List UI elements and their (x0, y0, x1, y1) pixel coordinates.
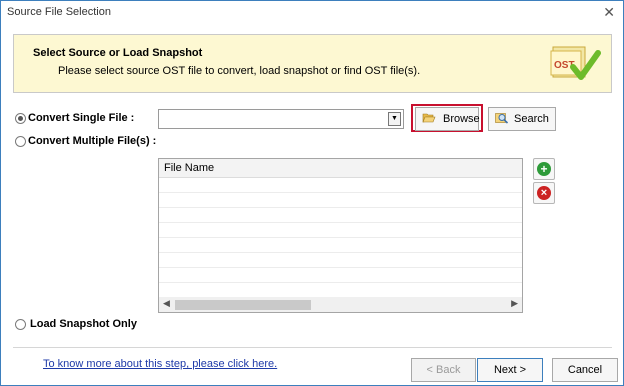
scroll-right-icon[interactable]: ▶ (511, 298, 518, 309)
add-file-button[interactable]: + (533, 158, 555, 180)
help-link[interactable]: To know more about this step, please cli… (43, 358, 277, 370)
cancel-button[interactable]: Cancel (552, 358, 618, 382)
dialog-title: Source File Selection (7, 6, 111, 18)
browse-button[interactable]: Browse (415, 107, 480, 131)
horizontal-scrollbar[interactable]: ◀ ▶ (159, 297, 522, 312)
folder-open-icon (422, 113, 436, 123)
header-subtitle: Please select source OST file to convert… (58, 65, 421, 77)
table-row (159, 238, 522, 253)
footer-divider (13, 347, 612, 348)
search-icon (495, 113, 509, 124)
title-bar: Source File Selection ✕ (1, 1, 623, 25)
radio-load-snapshot-only[interactable] (15, 319, 26, 330)
plus-icon: + (537, 162, 551, 176)
convert-single-file-label[interactable]: Convert Single File : (28, 112, 134, 124)
chevron-down-icon[interactable]: ▼ (388, 112, 401, 126)
next-button[interactable]: Next > (477, 358, 543, 382)
table-row (159, 208, 522, 223)
file-list-header: File Name (159, 159, 522, 178)
table-row (159, 268, 522, 283)
radio-convert-single-file[interactable] (15, 113, 26, 124)
browse-label: Browse (443, 113, 480, 125)
scroll-left-icon[interactable]: ◀ (163, 298, 170, 309)
scrollbar-thumb[interactable] (175, 300, 311, 310)
search-button[interactable]: Search (488, 107, 556, 131)
header-title: Select Source or Load Snapshot (33, 47, 203, 59)
source-file-selection-dialog: Source File Selection ✕ Select Source or… (0, 0, 624, 386)
convert-multiple-files-label[interactable]: Convert Multiple File(s) : (28, 135, 156, 147)
table-row (159, 283, 522, 298)
close-icon[interactable]: ✕ (603, 4, 615, 21)
back-button[interactable]: < Back (411, 358, 476, 382)
table-row (159, 253, 522, 268)
table-row (159, 223, 522, 238)
next-label: Next > (493, 364, 527, 376)
remove-icon: × (537, 186, 551, 200)
table-row (159, 178, 522, 193)
header-panel: Select Source or Load Snapshot Please se… (13, 34, 612, 93)
single-file-combobox[interactable]: ▼ (158, 109, 404, 129)
file-list[interactable]: File Name ◀ ▶ (158, 158, 523, 313)
back-label: < Back (426, 364, 461, 376)
table-row (159, 193, 522, 208)
file-name-column-header[interactable]: File Name (164, 162, 214, 174)
load-snapshot-only-label[interactable]: Load Snapshot Only (30, 318, 137, 330)
search-label: Search (514, 113, 549, 125)
radio-convert-multiple-files[interactable] (15, 136, 26, 147)
ost-logo-icon: OST (550, 46, 601, 80)
cancel-label: Cancel (567, 364, 603, 376)
remove-file-button[interactable]: × (533, 182, 555, 204)
